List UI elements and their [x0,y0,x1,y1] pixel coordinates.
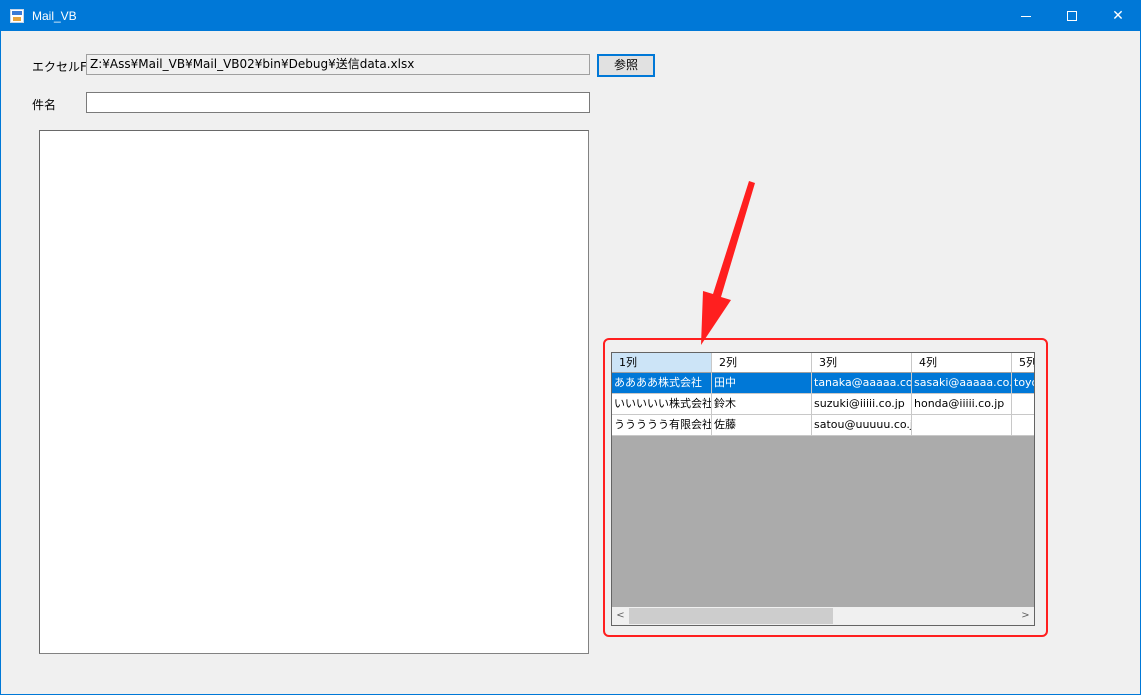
maximize-icon [1067,11,1077,21]
browse-button[interactable]: 参照 [597,54,655,77]
table-cell[interactable] [1012,415,1034,436]
title-bar[interactable]: Mail_VB ✕ [1,1,1140,31]
minimize-button[interactable] [1003,1,1049,31]
table-cell[interactable]: tanaka@aaaaa.co.jp [812,373,912,394]
column-header[interactable]: 3列 [812,353,912,373]
table-cell[interactable] [912,415,1012,436]
red-arrow-annotation [701,181,755,345]
table-cell[interactable]: 田中 [712,373,812,394]
subject-field[interactable] [86,92,590,113]
window-title: Mail_VB [32,9,77,23]
grid-header-row: 1列 2列 3列 4列 5列 [612,353,1034,374]
table-cell[interactable]: ううううう有限会社 [612,415,712,436]
excel-path-field[interactable]: Z:¥Ass¥Mail_VB¥Mail_VB02¥bin¥Debug¥送信dat… [86,54,590,75]
table-row[interactable]: ああああ株式会社 田中 tanaka@aaaaa.co.jp sasaki@aa… [612,373,1034,394]
table-cell[interactable]: いいいいい株式会社 [612,394,712,415]
table-cell[interactable]: ああああ株式会社 [612,373,712,394]
table-row[interactable]: いいいいい株式会社 鈴木 suzuki@iiiii.co.jp honda@ii… [612,394,1034,415]
table-cell[interactable]: toyota [1012,373,1034,394]
mail-body-textarea[interactable] [39,130,589,654]
column-header[interactable]: 1列 [612,353,712,373]
table-cell[interactable]: honda@iiiii.co.jp [912,394,1012,415]
main-window: Mail_VB ✕ エクセルF Z:¥Ass¥Mail_VB¥Mail_VB02… [0,0,1141,695]
close-button[interactable]: ✕ [1095,1,1141,31]
subject-label: 件名 [32,98,57,112]
scroll-thumb[interactable] [629,608,833,624]
table-cell[interactable]: 佐藤 [712,415,812,436]
table-row[interactable]: ううううう有限会社 佐藤 satou@uuuuu.co.jp [612,415,1034,436]
column-header[interactable]: 4列 [912,353,1012,373]
app-icon [10,9,24,23]
horizontal-scrollbar[interactable]: < > [612,607,1034,625]
maximize-button[interactable] [1049,1,1095,31]
table-cell[interactable] [1012,394,1034,415]
column-header[interactable]: 2列 [712,353,812,373]
data-grid[interactable]: 1列 2列 3列 4列 5列 ああああ株式会社 田中 tanaka@aaaaa.… [611,352,1035,626]
column-header[interactable]: 5列 [1012,353,1034,373]
table-cell[interactable]: sasaki@aaaaa.co.jp [912,373,1012,394]
scroll-right-icon[interactable]: > [1017,607,1034,625]
table-cell[interactable]: satou@uuuuu.co.jp [812,415,912,436]
close-icon: ✕ [1112,8,1124,24]
table-cell[interactable]: 鈴木 [712,394,812,415]
table-cell[interactable]: suzuki@iiiii.co.jp [812,394,912,415]
excel-file-label: エクセルF [32,60,87,74]
minimize-icon [1021,15,1031,17]
grid-body: 1列 2列 3列 4列 5列 ああああ株式会社 田中 tanaka@aaaaa.… [612,353,1034,607]
scroll-left-icon[interactable]: < [612,607,629,625]
